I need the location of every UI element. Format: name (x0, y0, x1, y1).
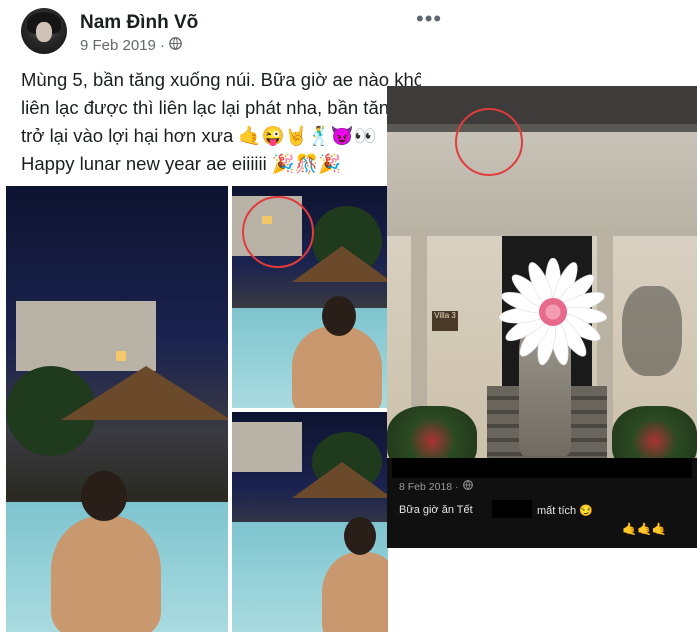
post-text: Mùng 5, bần tăng xuống núi. Bữa giờ ae n… (21, 66, 421, 178)
photo-person (51, 516, 161, 632)
photo-building (232, 422, 302, 472)
post-text-line: liên lạc được thì liên lạc lại phát nha,… (21, 97, 400, 118)
story-plaque: Villa 3 (432, 311, 458, 331)
daisy-sticker-icon (499, 258, 607, 366)
highlight-circle (242, 196, 314, 268)
globe-icon (462, 480, 473, 493)
photo-window (116, 351, 126, 361)
story-caption-left: Bữa giờ ăn Tết (399, 504, 473, 516)
globe-icon (169, 37, 182, 54)
highlight-circle (455, 108, 523, 176)
photo-person-head (81, 471, 127, 521)
story-plant-shadow (622, 286, 682, 376)
story-date: 8 Feb 2018 · (399, 480, 473, 493)
post-photo-1[interactable] (6, 186, 228, 632)
post-text-line: Mùng 5, bần tăng xuống núi. Bữa giờ ae n… (21, 69, 421, 90)
story-screenshot[interactable]: Villa 3 8 Feb 2018 · Bữa giờ ăn Tết mất … (387, 86, 697, 548)
story-balcony-beam (387, 124, 697, 132)
story-balcony-rail (387, 86, 697, 124)
post-date[interactable]: 9 Feb 2019 · (80, 37, 165, 54)
more-options-icon[interactable]: ••• (416, 6, 442, 32)
author-name[interactable]: Nam Đình Võ (80, 12, 198, 34)
photo-person (292, 326, 382, 408)
photo-hut (61, 366, 228, 420)
post-photo-3[interactable] (232, 412, 388, 632)
post-text-line: Happy lunar new year ae eiiiiii 🎉🎊🎉 (21, 153, 342, 174)
story-hands-emoji: 🤙🤙🤙 (622, 522, 667, 536)
photo-person-head (344, 517, 376, 555)
avatar[interactable] (21, 8, 67, 54)
post-photo-2[interactable] (232, 186, 388, 408)
redaction-bar (492, 500, 532, 518)
redaction-bar (392, 458, 692, 478)
story-caption-right: mất tích 😏 (537, 505, 593, 517)
story-date-text: 8 Feb 2018 · (399, 480, 459, 493)
avatar-face (36, 22, 52, 42)
photo-person (322, 552, 388, 632)
photo-building (16, 301, 156, 371)
post-text-line: trở lại vào lợi hại hơn xưa 🤙😜🤘🕺😈👀 (21, 125, 377, 146)
post-meta: 9 Feb 2019 · (80, 37, 182, 54)
photo-person-head (322, 296, 356, 336)
